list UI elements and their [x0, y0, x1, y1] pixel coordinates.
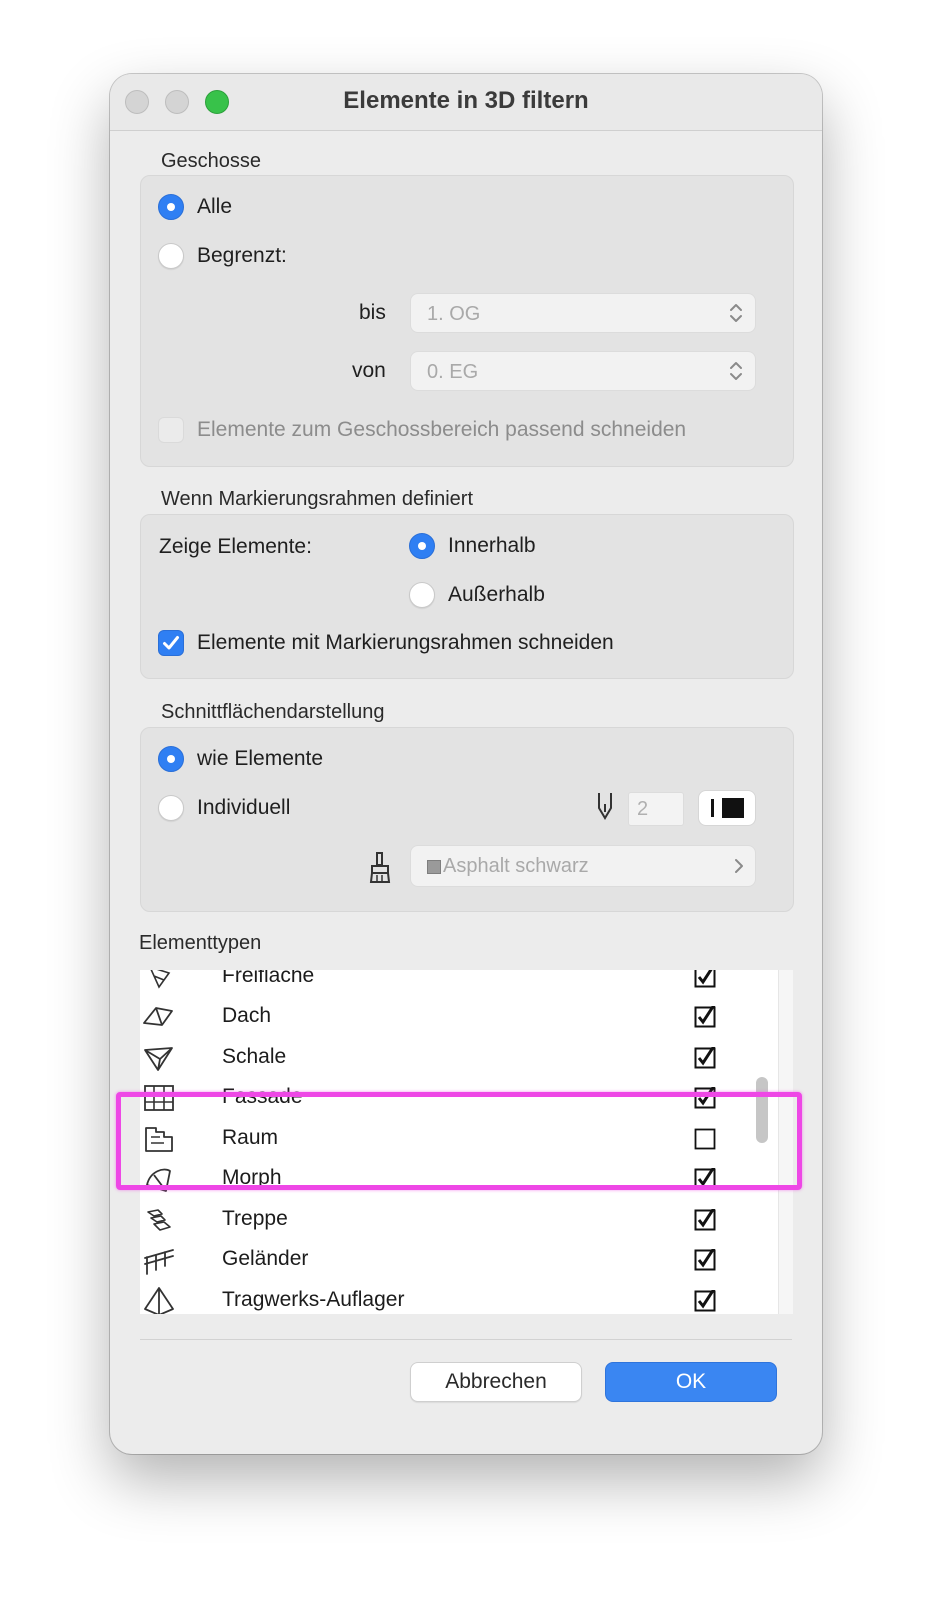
element-type-name: Treppe: [222, 1207, 288, 1230]
section-geschosse-label: Geschosse: [161, 150, 262, 172]
von-story-value: 0. EG: [427, 361, 479, 383]
element-type-name: Tragwerks-Auflager: [222, 1288, 405, 1311]
radio-ausserhalb[interactable]: [409, 582, 435, 608]
morph-icon: [146, 1168, 171, 1192]
radio-innerhalb[interactable]: [409, 533, 435, 559]
list-item[interactable]: Morph: [140, 1159, 778, 1199]
chevron-right-icon: [735, 859, 743, 873]
checkmark-icon: [163, 636, 179, 650]
checkbox-cut-with-marquee[interactable]: [158, 630, 184, 656]
zone-icon: [145, 1127, 173, 1152]
radio-individuell[interactable]: [158, 795, 184, 821]
pen-icon: [598, 793, 612, 820]
list-item[interactable]: Dach: [140, 997, 778, 1037]
checkbox-checked-icon[interactable]: [694, 1087, 716, 1109]
element-type-name: Dach: [222, 1004, 272, 1027]
von-story-popup[interactable]: 0. EG: [410, 351, 756, 391]
element-type-name: Fassade: [222, 1085, 303, 1108]
title-bar: Elemente in 3D filtern: [110, 74, 822, 131]
checkbox-cut-to-story-range[interactable]: [158, 417, 184, 443]
pen-color-swatch: [722, 798, 744, 818]
section-element-types-label: Elementtypen: [139, 932, 262, 954]
checkbox-checked-icon[interactable]: [694, 1168, 716, 1190]
cut-with-marquee-label[interactable]: Elemente mit Markierungsrahmen schneiden: [197, 631, 614, 655]
list-item[interactable]: Raum: [140, 1119, 778, 1159]
railing-icon: [144, 1249, 174, 1275]
radio-wie-elemente-label[interactable]: wie Elemente: [197, 747, 323, 771]
fill-value: Asphalt schwarz: [443, 855, 589, 877]
list-item[interactable]: Schale: [140, 1038, 778, 1078]
footer-separator: [140, 1339, 792, 1340]
checkbox-unchecked-icon[interactable]: [694, 1128, 716, 1150]
list-item[interactable]: Treppe: [140, 1200, 778, 1240]
curtain-wall-icon: [144, 1085, 174, 1111]
ok-button[interactable]: OK: [605, 1362, 777, 1402]
radio-ausserhalb-label[interactable]: Außerhalb: [448, 583, 545, 607]
checkbox-checked-icon[interactable]: [694, 1249, 716, 1271]
bis-story-value: 1. OG: [427, 303, 481, 325]
radio-innerhalb-label[interactable]: Innerhalb: [448, 534, 536, 558]
element-type-name: Schale: [222, 1045, 287, 1068]
up-down-chevron-icon: [730, 362, 742, 380]
radio-individuell-label[interactable]: Individuell: [197, 796, 290, 820]
checkbox-checked-icon[interactable]: [694, 1047, 716, 1069]
pen-number-value: 2: [637, 798, 649, 820]
checkbox-checked-icon[interactable]: [694, 1209, 716, 1231]
radio-alle[interactable]: [158, 194, 184, 220]
mesh-icon: [150, 970, 171, 989]
cut-to-story-range-label: Elemente zum Geschossbereich passend sch…: [197, 418, 687, 441]
list-item[interactable]: Fassade: [140, 1078, 778, 1118]
radio-begrenzt[interactable]: [158, 243, 184, 269]
filter-dialog: Elemente in 3D filtern Geschosse Alle Be…: [110, 74, 822, 1454]
element-type-name: Geländer: [222, 1247, 309, 1270]
radio-wie-elemente[interactable]: [158, 746, 184, 772]
window-title: Elemente in 3D filtern: [343, 87, 589, 114]
stair-icon: [147, 1209, 171, 1231]
fill-popup[interactable]: Asphalt schwarz: [410, 845, 756, 887]
pen-number-field[interactable]: 2: [628, 792, 684, 826]
list-scroll-track[interactable]: [778, 970, 793, 1314]
von-label: von: [352, 359, 386, 382]
checkbox-checked-icon[interactable]: [694, 1290, 716, 1312]
section-marquee-label: Wenn Markierungsrahmen definiert: [161, 488, 474, 510]
pen-color-button[interactable]: [698, 790, 756, 826]
section-cut-surfaces-label: Schnittflächendarstellung: [161, 701, 385, 723]
shell-icon: [144, 1047, 173, 1071]
element-type-name: Raum: [222, 1126, 279, 1149]
radio-alle-label[interactable]: Alle: [197, 195, 232, 219]
bis-label: bis: [359, 301, 386, 324]
fill-swatch: [427, 860, 441, 874]
cancel-button[interactable]: Abbrechen: [410, 1362, 582, 1402]
list-item[interactable]: Tragwerks-Auflager: [140, 1281, 778, 1314]
radio-begrenzt-label[interactable]: Begrenzt:: [197, 244, 287, 268]
pen-weight-line: [711, 799, 714, 817]
element-types-list[interactable]: Freifläche Dach Schale Fassade Raum Morp…: [140, 970, 778, 1314]
structural-support-icon: [144, 1287, 174, 1314]
checkbox-checked-icon[interactable]: [694, 970, 716, 988]
list-item[interactable]: Freifläche: [140, 970, 778, 997]
checkbox-checked-icon[interactable]: [694, 1006, 716, 1028]
list-scrollbar-thumb[interactable]: [756, 1077, 768, 1143]
bis-story-popup[interactable]: 1. OG: [410, 293, 756, 333]
up-down-chevron-icon: [730, 304, 742, 322]
show-elements-label: Zeige Elemente:: [159, 535, 312, 558]
element-type-name: Morph: [222, 1166, 282, 1189]
roof-icon: [143, 1007, 173, 1026]
list-item[interactable]: Geländer: [140, 1240, 778, 1280]
element-type-name: Freifläche: [222, 970, 315, 987]
fill-brush-icon: [369, 852, 391, 883]
